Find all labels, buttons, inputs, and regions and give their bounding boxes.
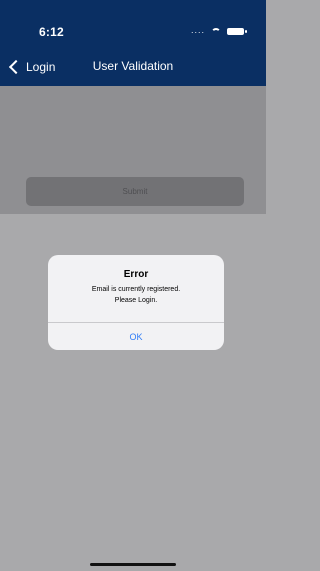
status-time: 6:12	[39, 25, 64, 39]
error-alert: Error Email is currently registered. Ple…	[48, 255, 224, 350]
alert-message-line-1: Email is currently registered.	[91, 286, 181, 293]
alert-message-line-2: Please Login.	[114, 297, 158, 304]
home-indicator[interactable]	[90, 563, 176, 566]
form-area: Submit	[0, 86, 266, 214]
status-icons: ....	[190, 24, 247, 35]
alert-ok-label: OK	[129, 331, 143, 342]
top-bar: 6:12 .... Login User Validation	[0, 0, 266, 86]
signal-icon: ....	[190, 24, 205, 35]
alert-ok-button[interactable]: OK	[48, 323, 224, 350]
app-screen: 6:12 .... Login User Validation Submit E…	[0, 0, 266, 571]
alert-message: Email is currently registered. Please Lo…	[48, 284, 224, 306]
battery-icon	[227, 28, 247, 35]
submit-button[interactable]: Submit	[26, 177, 244, 206]
page-title: User Validation	[92, 59, 174, 73]
wifi-icon	[211, 28, 221, 35]
alert-title: Error	[123, 269, 149, 280]
submit-button-label: Submit	[122, 187, 148, 196]
